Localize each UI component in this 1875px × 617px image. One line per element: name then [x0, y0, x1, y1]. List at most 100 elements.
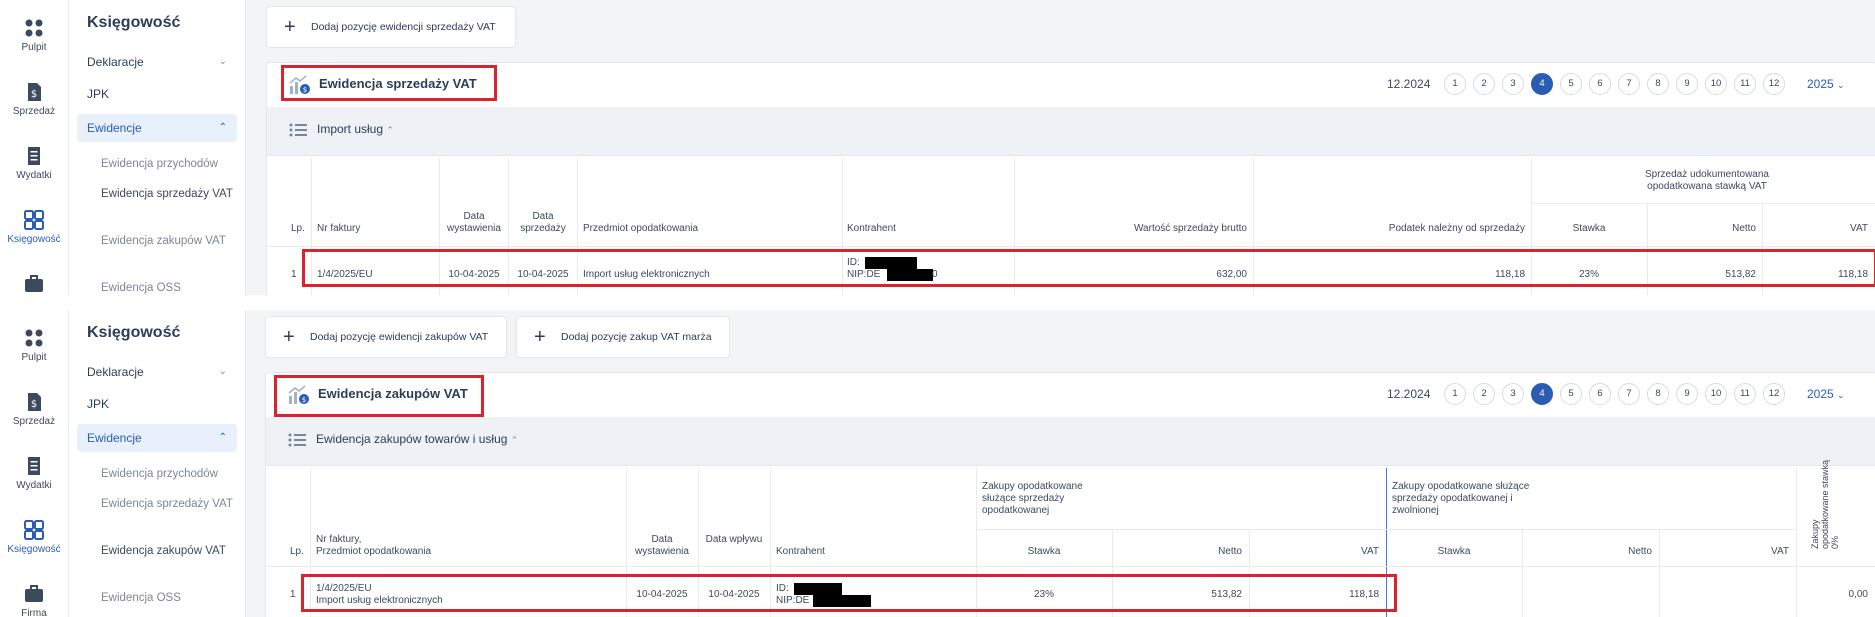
- col-stawka: Stawka: [1027, 546, 1061, 557]
- dashboard-icon: [25, 19, 43, 37]
- month-page-12[interactable]: 12: [1763, 383, 1785, 405]
- sidebar-item-deklaracje[interactable]: Deklaracje ⌄: [77, 48, 237, 76]
- month-page-3[interactable]: 3: [1502, 383, 1524, 405]
- month-page-12[interactable]: 12: [1763, 73, 1785, 95]
- rail-item-ksiegowosc[interactable]: Księgowość: [0, 210, 68, 245]
- month-page-5[interactable]: 5: [1560, 383, 1582, 405]
- sidebar-title: Księgowość: [87, 324, 181, 341]
- rail-item-sprzedaz[interactable]: $ Sprzedaż: [0, 82, 68, 117]
- sidebar-sub-przychodow[interactable]: Ewidencja przychodów: [101, 156, 241, 172]
- col-group-sprzedaz: Sprzedaż udokumentowana opodatkowana sta…: [1645, 169, 1769, 192]
- rail-item-firma[interactable]: Firma: [0, 584, 68, 617]
- month-page-4[interactable]: 4: [1531, 73, 1553, 95]
- rail-item-wydatki[interactable]: Wydatki: [0, 146, 68, 181]
- col-stawka: Stawka: [1572, 223, 1606, 234]
- rail-label: Księgowość: [7, 234, 61, 245]
- add-sales-entry-button[interactable]: + Dodaj pozycję ewidencji sprzedaży VAT: [266, 6, 516, 48]
- month-page-4[interactable]: 4: [1531, 383, 1553, 405]
- dashboard-icon: [25, 329, 43, 347]
- sidebar-item-jpk[interactable]: JPK: [77, 390, 237, 418]
- col-kontrahent: Kontrahent: [776, 546, 825, 557]
- col-vat: VAT: [1850, 223, 1868, 234]
- sidebar-sub-przychodow[interactable]: Ewidencja przychodów: [101, 466, 241, 482]
- list-icon: [289, 123, 307, 137]
- sidebar-item-label: Ewidencje: [87, 431, 142, 445]
- rail-item-ksiegowosc[interactable]: Księgowość: [0, 520, 68, 555]
- month-page-3[interactable]: 3: [1502, 73, 1524, 95]
- col-netto: Netto: [1218, 546, 1242, 557]
- add-purchase-entry-button[interactable]: + Dodaj pozycję ewidencji zakupów VAT: [265, 316, 507, 358]
- sidebar-sub-zakupow[interactable]: Ewidencja zakupów VAT: [101, 543, 241, 559]
- sidebar-sub-oss[interactable]: Ewidencja OSS: [101, 280, 241, 295]
- briefcase-icon: [25, 275, 43, 292]
- sidebar: Księgowość Deklaracje ⌄ JPK Ewidencje ⌃ …: [69, 310, 246, 617]
- sidebar-item-ewidencje[interactable]: Ewidencje ⌃: [77, 114, 237, 142]
- svg-text:$: $: [31, 89, 37, 100]
- purchases-panel: Pulpit $ Sprzedaż Wydatki Księgowość Fir…: [0, 310, 1875, 617]
- col-netto-2: Netto: [1628, 546, 1652, 557]
- rail-item-sprzedaz[interactable]: $ Sprzedaż: [0, 392, 68, 427]
- year-select[interactable]: 2025 ⌄: [1807, 387, 1845, 401]
- year-value: 2025: [1807, 387, 1834, 401]
- month-page-11[interactable]: 11: [1734, 383, 1756, 405]
- sidebar-item-deklaracje[interactable]: Deklaracje ⌄: [77, 358, 237, 386]
- col-lp: Lp.: [291, 223, 305, 234]
- col-group-opodatkowanej: Zakupy opodatkowane służące sprzedaży op…: [982, 481, 1083, 516]
- month-page-5[interactable]: 5: [1560, 73, 1582, 95]
- rail-label: Wydatki: [16, 480, 52, 491]
- subsection-label: Import usług: [317, 122, 384, 136]
- month-page-2[interactable]: 2: [1473, 383, 1495, 405]
- month-page-2[interactable]: 2: [1473, 73, 1495, 95]
- col-stawka-zero: Zakupy opodatkowane stawką 0%: [1810, 459, 1840, 549]
- grid-icon: [24, 210, 44, 230]
- sidebar-title: Księgowość: [87, 14, 181, 31]
- rail-item-pulpit[interactable]: Pulpit: [0, 328, 68, 363]
- rail-label: Wydatki: [16, 170, 52, 181]
- plus-icon: +: [283, 326, 295, 348]
- col-podatek-nalezny: Podatek należny od sprzedaży: [1388, 223, 1525, 234]
- sidebar-item-label: JPK: [87, 397, 110, 411]
- month-page-10[interactable]: 10: [1705, 383, 1727, 405]
- year-select[interactable]: 2025 ⌄: [1807, 77, 1845, 91]
- sales-register-card: $ Ewidencja sprzedaży VAT 12.2024 123456…: [266, 62, 1875, 295]
- sidebar-sub-zakupow[interactable]: Ewidencja zakupów VAT: [101, 233, 241, 249]
- rail-item-firma[interactable]: [0, 274, 68, 295]
- rail-item-wydatki[interactable]: Wydatki: [0, 456, 68, 491]
- rail-label: Pulpit: [21, 42, 47, 53]
- chevron-down-icon: ⌄: [1837, 390, 1845, 400]
- sidebar-sub-oss[interactable]: Ewidencja OSS: [101, 590, 241, 606]
- col-netto: Netto: [1732, 223, 1756, 234]
- month-page-1[interactable]: 1: [1444, 73, 1466, 95]
- col-stawka-2: Stawka: [1437, 546, 1471, 557]
- col-lp: Lp.: [290, 546, 304, 557]
- chevron-up-icon: ⌃: [218, 122, 227, 133]
- rail-item-pulpit[interactable]: Pulpit: [0, 18, 68, 53]
- month-page-11[interactable]: 11: [1734, 73, 1756, 95]
- month-page-1[interactable]: 1: [1444, 383, 1466, 405]
- month-page-8[interactable]: 8: [1647, 73, 1669, 95]
- sidebar-item-jpk[interactable]: JPK: [77, 80, 237, 108]
- sidebar-sub-sprzedazy[interactable]: Ewidencja sprzedaży VAT: [101, 496, 241, 512]
- month-page-6[interactable]: 6: [1589, 383, 1611, 405]
- rail-label: Pulpit: [21, 352, 47, 363]
- sales-panel: Pulpit $ Sprzedaż Wydatki Księgowość Ksi…: [0, 0, 1875, 295]
- sidebar-item-ewidencje[interactable]: Ewidencje ⌃: [77, 424, 237, 452]
- add-purchase-entry-label: Dodaj pozycję ewidencji zakupów VAT: [310, 331, 489, 343]
- period-label: 12.2024: [1387, 387, 1431, 401]
- month-page-7[interactable]: 7: [1618, 383, 1640, 405]
- month-page-9[interactable]: 9: [1676, 383, 1698, 405]
- month-page-7[interactable]: 7: [1618, 73, 1640, 95]
- sidebar-sub-sprzedazy[interactable]: Ewidencja sprzedaży VAT: [101, 186, 241, 202]
- add-margin-purchase-button[interactable]: + Dodaj pozycję zakup VAT marża: [516, 316, 730, 358]
- chevron-up-icon: ⌃: [386, 125, 394, 135]
- subsection-header[interactable]: Ewidencja zakupów towarów i usług ⌃: [266, 417, 1875, 466]
- highlight-box: [281, 65, 497, 101]
- chevron-down-icon: ⌄: [218, 56, 227, 67]
- cell-lp: 1: [290, 589, 296, 600]
- month-page-8[interactable]: 8: [1647, 383, 1669, 405]
- subsection-header[interactable]: Import usług ⌃: [267, 107, 1875, 156]
- month-page-6[interactable]: 6: [1589, 73, 1611, 95]
- col-przedmiot: Przedmiot opodatkowania: [583, 223, 699, 234]
- month-page-9[interactable]: 9: [1676, 73, 1698, 95]
- month-page-10[interactable]: 10: [1705, 73, 1727, 95]
